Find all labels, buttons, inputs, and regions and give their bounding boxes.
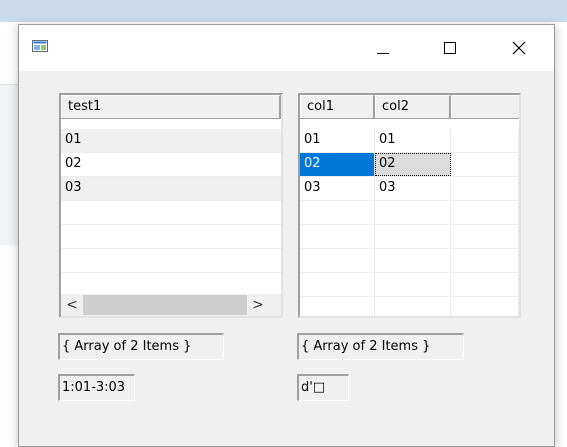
background-top-bar <box>0 0 567 22</box>
grid-header-row: col1 col2 <box>300 95 519 119</box>
data-grid[interactable]: col1 col2 01 01 02 02 03 03 <box>298 93 521 318</box>
list-item[interactable]: 01 <box>61 129 281 153</box>
table-row-empty <box>300 201 519 225</box>
close-button[interactable] <box>496 25 542 71</box>
table-cell[interactable]: 03 <box>375 177 451 200</box>
column-header-empty <box>451 95 519 118</box>
table-row-selected[interactable]: 02 02 <box>300 153 519 177</box>
maximize-button[interactable] <box>427 25 473 71</box>
right-array-label: { Array of 2 Items } <box>297 333 464 360</box>
list-item-label: 03 <box>65 180 82 195</box>
maximize-icon <box>444 42 456 54</box>
title-bar <box>19 25 554 71</box>
list-item[interactable]: 03 <box>61 177 281 201</box>
right-value-label: d'□ <box>297 374 349 401</box>
column-header-col1[interactable]: col1 <box>300 95 375 118</box>
table-cell-selected[interactable]: 02 <box>300 153 375 176</box>
scrollbar-thumb[interactable] <box>83 295 247 315</box>
table-row[interactable]: 01 01 <box>300 129 519 153</box>
column-header-col2[interactable]: col2 <box>375 95 451 118</box>
table-row-empty <box>300 249 519 273</box>
table-cell[interactable]: 03 <box>300 177 375 200</box>
chevron-left-icon: < <box>66 297 78 313</box>
table-row-empty <box>300 273 519 297</box>
horizontal-scrollbar[interactable]: < > <box>61 294 281 316</box>
dialog-window: test1 01 02 03 < > col1 col2 01 01 02 02… <box>18 24 555 447</box>
list-item-label: 01 <box>65 132 82 147</box>
close-icon <box>512 41 526 55</box>
table-cell[interactable]: 01 <box>375 129 451 152</box>
list-row-empty <box>61 249 281 273</box>
table-row-empty <box>300 225 519 249</box>
table-cell-focused[interactable]: 02 <box>375 153 451 176</box>
chevron-right-icon: > <box>252 297 264 313</box>
list-row-empty <box>61 225 281 249</box>
minimize-icon <box>377 53 389 54</box>
left-array-label: { Array of 2 Items } <box>58 333 224 360</box>
scroll-right-button[interactable]: > <box>247 294 269 316</box>
table-cell[interactable]: 01 <box>300 129 375 152</box>
table-cell-empty <box>451 153 519 176</box>
minimize-button[interactable] <box>360 25 406 71</box>
table-cell-empty <box>451 129 519 152</box>
table-cell-empty <box>451 177 519 200</box>
left-range-label: 1:01-3:03 <box>58 374 135 401</box>
test1-listbox[interactable]: test1 01 02 03 < > <box>59 93 283 318</box>
app-window-icon <box>32 40 48 52</box>
test1-header-row: test1 <box>61 95 281 119</box>
list-item-selected[interactable]: 02 <box>61 153 281 177</box>
background-side-strip <box>0 84 18 245</box>
list-row-empty <box>61 201 281 225</box>
table-row-empty <box>300 297 519 316</box>
scroll-left-button[interactable]: < <box>61 294 83 316</box>
table-row[interactable]: 03 03 <box>300 177 519 201</box>
column-header-test1[interactable]: test1 <box>61 95 281 118</box>
list-item-label: 02 <box>65 156 82 171</box>
